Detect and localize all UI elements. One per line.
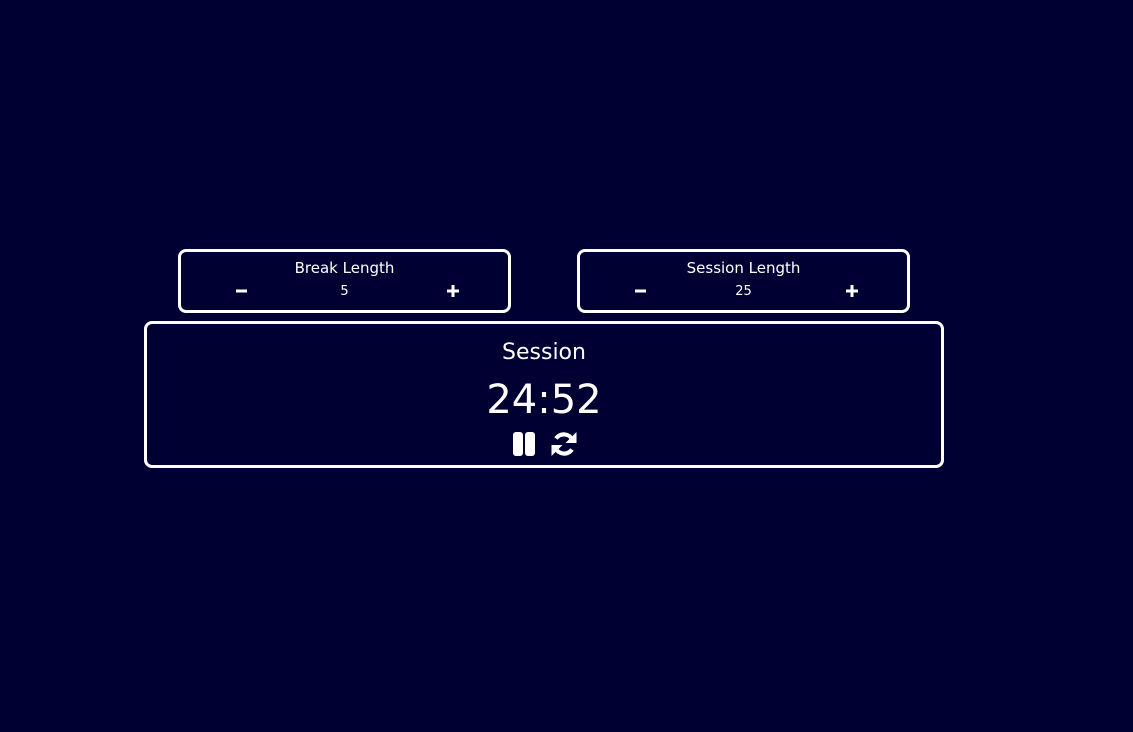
- break-increment-button[interactable]: [440, 280, 466, 302]
- break-length-label: Break Length: [294, 259, 395, 277]
- time-left: 24:52: [486, 377, 602, 423]
- session-length-label: Session Length: [686, 259, 801, 277]
- session-increment-button[interactable]: [839, 280, 865, 302]
- plus-icon: [846, 285, 858, 297]
- pause-button[interactable]: [509, 429, 539, 459]
- plus-icon: [447, 285, 459, 297]
- timer-panel: Session 24:52: [144, 321, 944, 468]
- session-length-panel: Session Length 25: [577, 249, 910, 313]
- refresh-icon: [551, 432, 577, 456]
- break-length-panel: Break Length 5: [178, 249, 511, 313]
- pause-icon: [513, 432, 535, 456]
- reset-button[interactable]: [549, 429, 579, 459]
- timer-label: Session: [502, 340, 586, 365]
